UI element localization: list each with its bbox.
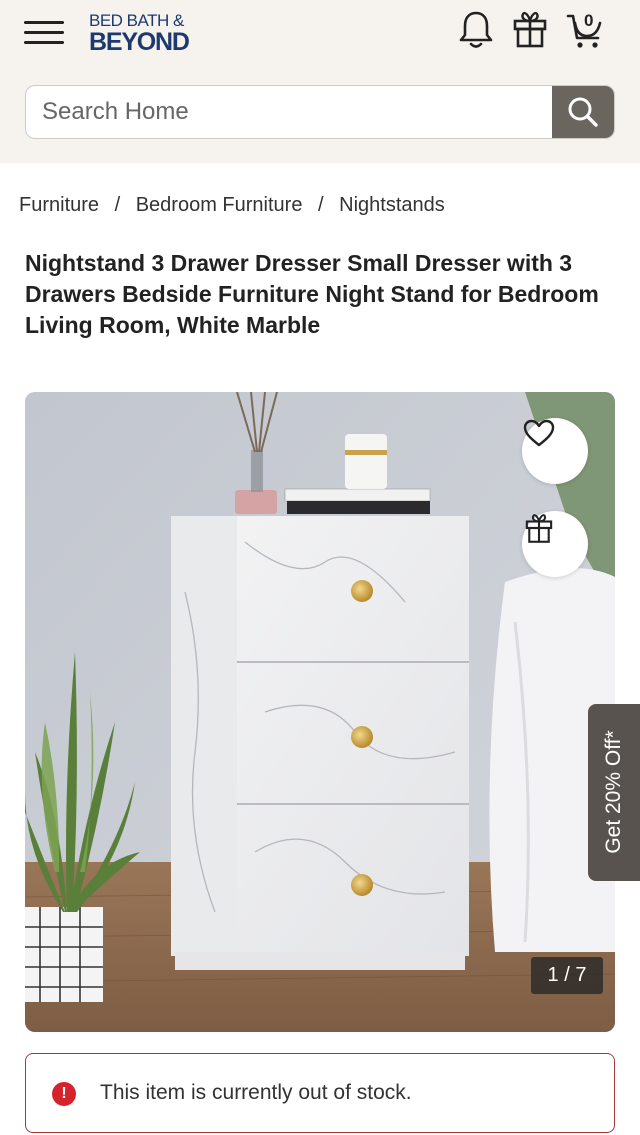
breadcrumb-separator: /: [114, 194, 121, 216]
brand-logo[interactable]: BED BATH & BEYOND: [89, 12, 209, 55]
add-to-favorites-button[interactable]: [522, 418, 588, 484]
product-title: Nightstand 3 Drawer Dresser Small Dresse…: [25, 250, 599, 338]
out-of-stock-alert: ! This item is currently out of stock.: [25, 1053, 615, 1133]
search-button[interactable]: [552, 86, 614, 138]
add-to-registry-button[interactable]: [522, 511, 588, 577]
site-header: BED BATH & BEYOND 0: [0, 0, 640, 163]
gift-icon: [525, 514, 553, 543]
promo-tab[interactable]: Get 20% Off*: [588, 704, 640, 881]
heart-icon: [523, 419, 555, 447]
logo-line-2: BEYOND: [89, 28, 190, 56]
cart-count: 0: [584, 11, 594, 30]
gift-icon[interactable]: [510, 8, 550, 50]
menu-icon[interactable]: [24, 18, 64, 48]
product-image[interactable]: [25, 392, 615, 1032]
search-bar: [25, 85, 615, 139]
search-input[interactable]: [26, 86, 553, 138]
promo-label: Get 20% Off*: [602, 730, 625, 854]
out-of-stock-message: This item is currently out of stock.: [100, 1081, 412, 1104]
breadcrumb-separator: /: [318, 194, 324, 216]
breadcrumb: Furniture / Bedroom Furniture / Nightsta…: [19, 194, 445, 217]
cart-icon[interactable]: 0: [566, 8, 606, 50]
menu-bar: [24, 41, 64, 44]
breadcrumb-furniture[interactable]: Furniture: [19, 194, 99, 216]
bell-icon[interactable]: [456, 8, 496, 50]
breadcrumb-nightstands[interactable]: Nightstands: [339, 194, 445, 216]
search-icon: [568, 97, 598, 127]
alert-icon: !: [52, 1082, 76, 1106]
menu-bar: [24, 31, 64, 34]
image-counter: 1 / 7: [531, 957, 603, 994]
product-image-gallery[interactable]: 1 / 7: [25, 392, 615, 1032]
breadcrumb-bedroom-furniture[interactable]: Bedroom Furniture: [136, 194, 303, 216]
menu-bar: [24, 21, 64, 24]
